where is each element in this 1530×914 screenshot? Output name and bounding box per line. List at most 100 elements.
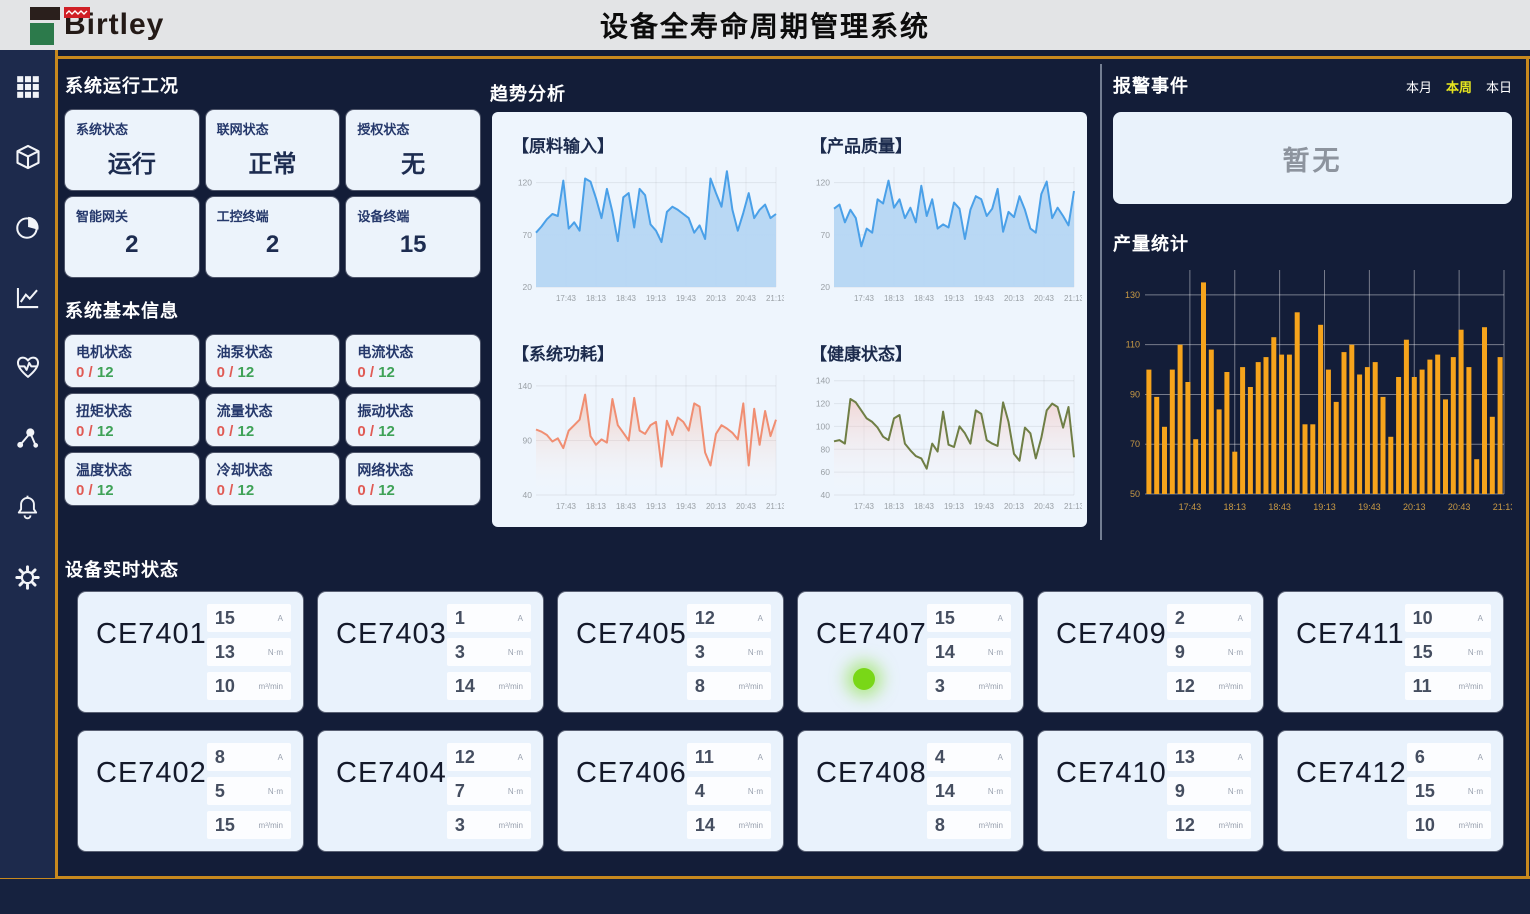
svg-text:18:13: 18:13 [586,294,607,303]
device-metric-value: 3 [455,642,465,663]
device-card[interactable]: CE7408 4 A 14 N·m 8 m³/min [798,731,1023,851]
device-card[interactable]: CE7401 15 A 13 N·m 10 m³/min [78,592,303,712]
device-card[interactable]: CE7403 1 A 3 N·m 14 m³/min [318,592,543,712]
device-metric-value: 9 [1175,642,1185,663]
device-metric-value: 4 [695,781,705,802]
device-metric-value: 12 [695,608,715,629]
device-metric-unit: m³/min [1459,821,1483,830]
device-metric-value: 8 [695,676,705,697]
device-metric-value: 14 [935,781,955,802]
device-metric-row: 11 m³/min [1405,672,1491,700]
status-card-label: 智能网关 [76,206,188,225]
device-metric-unit: N·m [748,648,763,657]
device-metric-unit: m³/min [499,682,523,691]
status-card[interactable]: 设备终端 15 [346,197,480,277]
trend-line-icon[interactable] [13,282,43,312]
device-card[interactable]: CE7404 12 A 7 N·m 3 m³/min [318,731,543,851]
topology-molecule-icon[interactable] [13,422,43,452]
info-card[interactable]: 电流状态 0 / 12 [346,335,480,387]
device-metric-value: 4 [935,747,945,768]
info-card[interactable]: 振动状态 0 / 12 [346,394,480,446]
trend-panel: 【原料输入】 207012017:4318:1318:4319:1319:432… [492,112,1087,527]
info-card[interactable]: 油泵状态 0 / 12 [206,335,340,387]
svg-text:20:43: 20:43 [736,502,757,511]
tab-this-week[interactable]: 本周 [1446,77,1472,96]
device-card[interactable]: CE7409 2 A 9 N·m 12 m³/min [1038,592,1263,712]
device-metric-row: 15 m³/min [207,811,291,839]
svg-text:19:13: 19:13 [646,294,667,303]
status-card-label: 联网状态 [217,119,329,138]
device-metric-row: 14 m³/min [687,811,771,839]
device-card[interactable]: CE7411 10 A 15 N·m 11 m³/min [1278,592,1503,712]
app-grid-icon[interactable] [13,72,43,102]
device-metric-row: 12 A [447,743,531,771]
info-card[interactable]: 温度状态 0 / 12 [65,453,199,505]
svg-text:90: 90 [523,435,533,445]
status-card[interactable]: 联网状态 正常 [206,110,340,190]
info-card[interactable]: 电机状态 0 / 12 [65,335,199,387]
device-metric-row: 7 N·m [447,777,531,805]
device-metric-row: 9 N·m [1167,638,1251,666]
device-metric-value: 3 [935,676,945,697]
info-card-label: 电机状态 [76,342,188,362]
svg-text:21:13: 21:13 [766,502,784,511]
info-card-label: 冷却状态 [217,460,329,480]
device-name: CE7401 [96,618,207,702]
info-card[interactable]: 扭矩状态 0 / 12 [65,394,199,446]
system-status-title: 系统运行工况 [65,72,480,98]
device-name: CE7402 [96,757,207,841]
device-values: 15 A 13 N·m 10 m³/min [207,604,291,702]
status-card-value: 2 [217,231,329,259]
device-metric-row: 15 N·m [1405,638,1491,666]
alarm-empty-box: 暂无 [1113,112,1512,204]
svg-text:18:13: 18:13 [884,294,905,303]
status-card[interactable]: 工控终端 2 [206,197,340,277]
cube-3d-icon[interactable] [13,142,43,172]
device-metric-row: 10 m³/min [1407,811,1491,839]
chart-title: 【产品质量】 [810,132,1082,157]
device-metric-value: 13 [1175,747,1195,768]
pie-chart-icon[interactable] [13,212,43,242]
device-values: 2 A 9 N·m 12 m³/min [1167,604,1251,702]
device-metric-value: 3 [695,642,705,663]
device-metric-unit: A [1238,753,1243,762]
device-metric-unit: A [998,614,1003,623]
app-header: Birtley 设备全寿命周期管理系统 [0,0,1530,50]
status-card[interactable]: 授权状态 无 [346,110,480,190]
info-card-label: 油泵状态 [217,342,329,362]
device-card[interactable]: CE7407 15 A 14 N·m 3 m³/min [798,592,1023,712]
device-metric-value: 15 [1413,642,1433,663]
tab-today[interactable]: 本日 [1486,77,1512,96]
info-card-counts: 0 / 12 [357,482,469,499]
svg-text:90: 90 [1130,389,1140,399]
settings-gear-icon[interactable] [13,562,43,592]
device-card[interactable]: CE7405 12 A 3 N·m 8 m³/min [558,592,783,712]
status-card-value: 15 [357,231,469,259]
svg-text:20:13: 20:13 [1004,502,1025,511]
device-metric-value: 13 [215,642,235,663]
svg-text:17:43: 17:43 [1179,502,1202,512]
info-card[interactable]: 冷却状态 0 / 12 [206,453,340,505]
device-name: CE7410 [1056,757,1167,841]
status-card[interactable]: 系统状态 运行 [65,110,199,190]
tab-this-month[interactable]: 本月 [1406,77,1432,96]
info-card[interactable]: 流量状态 0 / 12 [206,394,340,446]
status-card[interactable]: 智能网关 2 [65,197,199,277]
device-metric-value: 5 [215,781,225,802]
device-card[interactable]: CE7402 8 A 5 N·m 15 m³/min [78,731,303,851]
device-metric-unit: A [518,614,523,623]
svg-text:100: 100 [816,421,830,431]
svg-text:70: 70 [1130,439,1140,449]
device-card[interactable]: CE7410 13 A 9 N·m 12 m³/min [1038,731,1263,851]
device-name: CE7406 [576,757,687,841]
health-heart-icon[interactable] [13,352,43,382]
device-metric-unit: m³/min [259,821,283,830]
device-card[interactable]: CE7412 6 A 15 N·m 10 m³/min [1278,731,1503,851]
info-card-counts: 0 / 12 [76,364,188,381]
device-metric-value: 3 [455,815,465,836]
device-card[interactable]: CE7406 11 A 4 N·m 14 m³/min [558,731,783,851]
device-name: CE7405 [576,618,687,702]
alarm-bell-icon[interactable] [13,492,43,522]
svg-text:20:43: 20:43 [1448,502,1471,512]
info-card[interactable]: 网络状态 0 / 12 [346,453,480,505]
